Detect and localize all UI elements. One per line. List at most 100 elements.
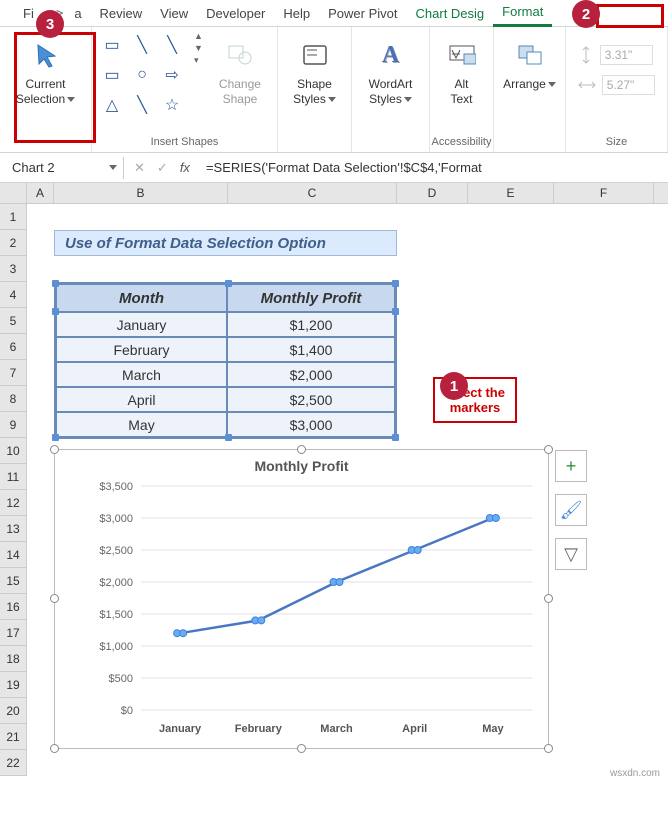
chart-resize-handle[interactable]: [297, 744, 306, 753]
alt-text-label: Alt Text: [450, 77, 472, 107]
textbox-icon[interactable]: ▭: [98, 31, 126, 59]
name-box-value: Chart 2: [12, 160, 55, 175]
cancel-formula-icon[interactable]: ✕: [134, 160, 145, 176]
table-cell: $1,200: [227, 312, 395, 337]
chart-resize-handle[interactable]: [544, 445, 553, 454]
tab-format[interactable]: Format: [493, 0, 552, 27]
chart-resize-handle[interactable]: [50, 594, 59, 603]
row-header[interactable]: 11: [0, 464, 26, 490]
chart-resize-handle[interactable]: [50, 744, 59, 753]
chart-resize-handle[interactable]: [50, 445, 59, 454]
row-header[interactable]: 14: [0, 542, 26, 568]
selection-handle[interactable]: [225, 280, 232, 287]
row-header[interactable]: 4: [0, 282, 26, 308]
selection-handle[interactable]: [225, 434, 232, 441]
annotation-badge-3: 3: [36, 10, 64, 38]
width-input[interactable]: 5.27": [578, 75, 656, 95]
chart-styles-button[interactable]: 🖌: [555, 494, 587, 526]
brush-icon: 🖌: [560, 500, 583, 521]
chart-resize-handle[interactable]: [544, 594, 553, 603]
row-header[interactable]: 18: [0, 646, 26, 672]
chart-resize-handle[interactable]: [297, 445, 306, 454]
wordart-styles-button[interactable]: A WordArt Styles: [353, 31, 429, 129]
tab-chart-design[interactable]: Chart Desig: [407, 1, 494, 26]
annotation-box-3: [14, 32, 96, 143]
chevron-down-icon: [548, 82, 556, 87]
row-header[interactable]: 12: [0, 490, 26, 516]
row-header[interactable]: 17: [0, 620, 26, 646]
selection-handle[interactable]: [392, 280, 399, 287]
height-input[interactable]: 3.31": [578, 45, 656, 65]
tab-a[interactable]: a: [65, 1, 90, 26]
table-cell: $2,500: [227, 387, 395, 412]
line-icon[interactable]: ╲: [158, 31, 186, 59]
row-header[interactable]: 6: [0, 334, 26, 360]
row-header[interactable]: 8: [0, 386, 26, 412]
worksheet: A B C D E F 1 2 3 4 5 6 7 8 9 10 11 12 1…: [0, 183, 668, 776]
row-header[interactable]: 13: [0, 516, 26, 542]
enter-formula-icon[interactable]: ✓: [157, 160, 168, 176]
col-header[interactable]: A: [27, 183, 54, 203]
tab-powerpivot[interactable]: Power Pivot: [319, 1, 406, 26]
arrange-button[interactable]: Arrange: [499, 31, 561, 129]
selection-handle[interactable]: [392, 434, 399, 441]
group-shape-styles: Shape Styles: [278, 27, 352, 152]
row-header[interactable]: 19: [0, 672, 26, 698]
line-diag-icon[interactable]: ╲: [128, 31, 156, 59]
embedded-chart[interactable]: Monthly Profit $0$500$1,000$1,500$2,000$…: [54, 449, 549, 749]
col-header[interactable]: E: [468, 183, 554, 203]
formula-bar: Chart 2 ✕ ✓ fx =SERIES('Format Data Sele…: [0, 153, 668, 183]
fx-icon[interactable]: fx: [180, 160, 190, 175]
row-header[interactable]: 10: [0, 438, 26, 464]
chart-resize-handle[interactable]: [544, 744, 553, 753]
arrange-icon: [516, 43, 544, 67]
selection-handle[interactable]: [392, 308, 399, 315]
row-header[interactable]: 1: [0, 204, 26, 230]
row-header[interactable]: 9: [0, 412, 26, 438]
shapes-gallery[interactable]: ▭ ╲ ╲ ▭ ○ ⇨ △ ╲ ☆: [98, 31, 186, 119]
tab-view[interactable]: View: [151, 1, 197, 26]
chart-plot-area[interactable]: $0$500$1,000$1,500$2,000$2,500$3,000$3,5…: [55, 450, 548, 748]
shape-styles-button[interactable]: Shape Styles: [277, 31, 353, 129]
tab-help[interactable]: Help: [274, 1, 319, 26]
selection-handle[interactable]: [52, 280, 59, 287]
rect-icon[interactable]: ▭: [98, 61, 126, 89]
row-header[interactable]: 16: [0, 594, 26, 620]
row-header[interactable]: 15: [0, 568, 26, 594]
line2-icon[interactable]: ╲: [128, 91, 156, 119]
selection-handle[interactable]: [52, 308, 59, 315]
table-cell: $2,000: [227, 362, 395, 387]
col-header[interactable]: D: [397, 183, 468, 203]
alt-text-button[interactable]: Alt Text: [435, 31, 489, 129]
row-header[interactable]: 20: [0, 698, 26, 724]
triangle-icon[interactable]: △: [98, 91, 126, 119]
star-icon[interactable]: ☆: [158, 91, 186, 119]
col-header[interactable]: F: [554, 183, 654, 203]
ribbon-body: Current Selection ▭ ╲ ╲ ▭ ○ ⇨ △ ╲ ☆ ▲▼▾ …: [0, 27, 668, 153]
chevron-down-icon[interactable]: [109, 165, 117, 170]
tab-review[interactable]: Review: [91, 1, 152, 26]
table-cell: January: [56, 312, 227, 337]
row-header[interactable]: 3: [0, 256, 26, 282]
group-wordart-styles: A WordArt Styles: [352, 27, 430, 152]
gallery-scroll[interactable]: ▲▼▾: [194, 31, 203, 66]
row-header[interactable]: 2: [0, 230, 26, 256]
arrow-icon[interactable]: ⇨: [158, 61, 186, 89]
row-header[interactable]: 5: [0, 308, 26, 334]
chart-filter-button[interactable]: ▽: [555, 538, 587, 570]
name-box[interactable]: Chart 2: [6, 157, 124, 179]
formula-input[interactable]: =SERIES('Format Data Selection'!$C$4,'Fo…: [200, 160, 668, 175]
col-header[interactable]: B: [54, 183, 228, 203]
svg-text:April: April: [402, 723, 427, 735]
chart-elements-button[interactable]: +: [555, 450, 587, 482]
col-header[interactable]: C: [228, 183, 397, 203]
tab-developer[interactable]: Developer: [197, 1, 274, 26]
select-all-corner[interactable]: [0, 183, 27, 203]
row-header[interactable]: 22: [0, 750, 26, 776]
row-header[interactable]: 7: [0, 360, 26, 386]
row-header[interactable]: 21: [0, 724, 26, 750]
selection-handle[interactable]: [52, 434, 59, 441]
shape-styles-icon: [301, 43, 329, 67]
oval-icon[interactable]: ○: [128, 61, 156, 89]
cell-area[interactable]: Use of Format Data Selection Option Mont…: [27, 204, 668, 776]
